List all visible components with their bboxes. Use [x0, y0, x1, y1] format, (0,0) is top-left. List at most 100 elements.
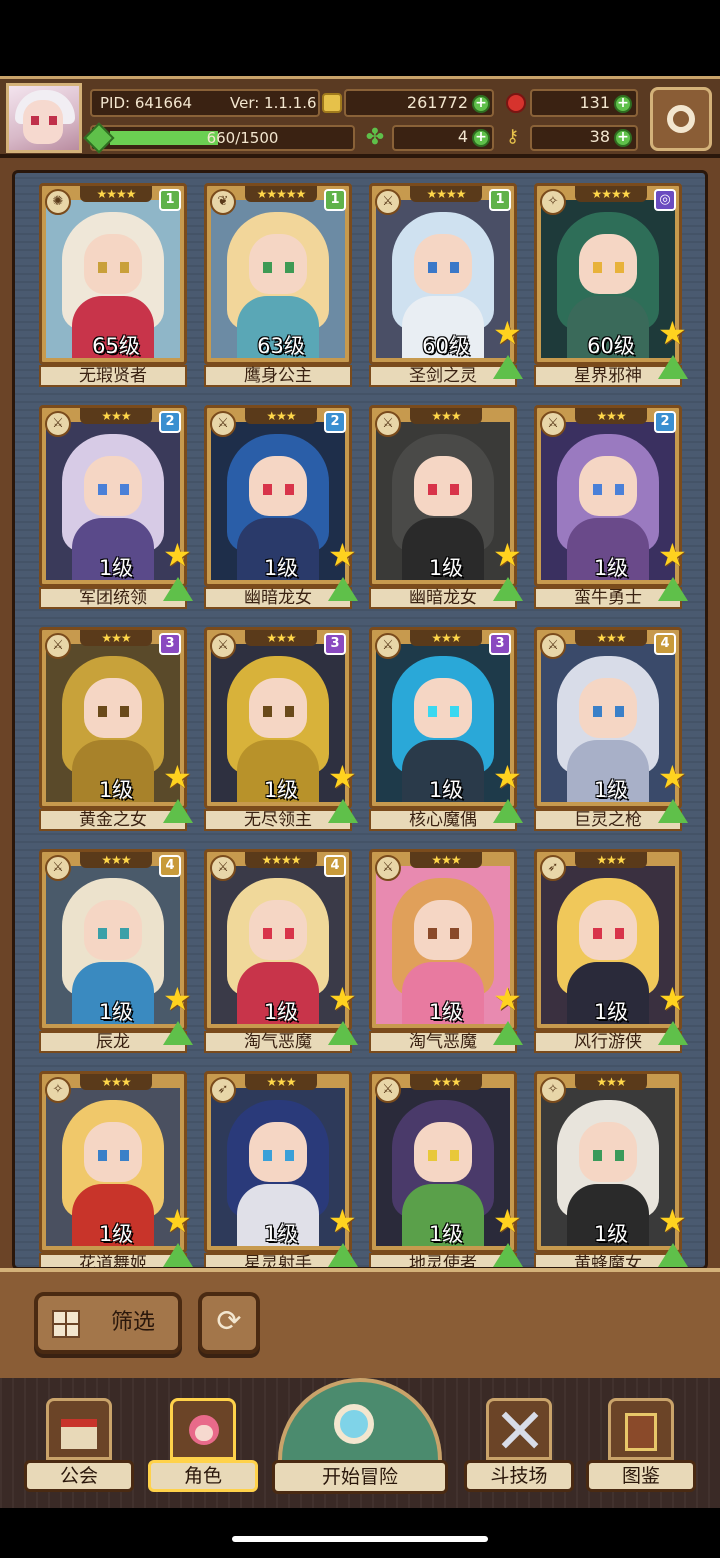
ruby-add-button[interactable]: +: [614, 95, 632, 113]
character-card[interactable]: ⚔ ★★★ 1级 2 军团统领 ★: [39, 405, 193, 609]
portrait-face: [414, 456, 472, 516]
clover-add-button[interactable]: +: [472, 129, 490, 147]
pid-text: PID: 641664: [100, 94, 193, 112]
character-card[interactable]: ⚔ ★★★ 1级 4 辰龙 ★: [39, 849, 193, 1053]
rarity-stars: ★★★: [80, 408, 152, 424]
portrait-face: [249, 456, 307, 516]
character-card[interactable]: ⚔ ★★★ 1级 2 蛮牛勇士 ★: [534, 405, 688, 609]
portrait-eye: [120, 484, 129, 495]
rarity-stars: ★★★: [410, 1074, 482, 1090]
portrait-face: [249, 678, 307, 738]
portrait-eye: [98, 262, 107, 273]
star-upgrade-icon: ★: [163, 980, 192, 1018]
nav-character-label: 角色: [148, 1460, 258, 1492]
portrait-eye: [285, 706, 294, 717]
character-name: 鹰身公主: [204, 365, 352, 387]
character-card[interactable]: ⚔ ★★★★ 60级 1 圣剑之灵 ★: [369, 183, 523, 387]
portrait-eye: [428, 262, 437, 273]
sword-icon: ⚔: [375, 633, 401, 659]
character-card[interactable]: ⚔ ★★★ 1级 淘气恶魔 ★: [369, 849, 523, 1053]
star-upgrade-icon: ★: [328, 536, 357, 574]
character-card[interactable]: ⚔ ★★★ 1级 4 巨灵之枪 ★: [534, 627, 688, 831]
home-indicator-area: [0, 1508, 720, 1558]
character-grid[interactable]: ✺ ★★★★ 65级 1 无瑕贤者 ❦ ★★★★★ 63级 1 鹰身公主 ⚔ ★…: [12, 170, 708, 1270]
character-card[interactable]: ✧ ★★★ 1级 花道舞姬 ★: [39, 1071, 193, 1267]
character-card[interactable]: ⚔ ★★★ 1级 3 黄金之女 ★: [39, 627, 193, 831]
rarity-stars: ★★★: [80, 630, 152, 646]
character-level: 65级: [92, 334, 140, 358]
portrait-eye: [615, 928, 624, 939]
awakening-badge: 1: [159, 189, 181, 211]
player-avatar[interactable]: [6, 83, 82, 153]
star-upgrade-icon: ★: [493, 536, 522, 574]
rarity-stars: ★★★: [245, 1074, 317, 1090]
portrait-eye: [450, 262, 459, 273]
character-card[interactable]: ⚔ ★★★ 1级 幽暗龙女 ★: [369, 405, 523, 609]
card-frame: ❦ ★★★★★ 63级 1: [204, 183, 352, 365]
sword-icon: ⚔: [540, 633, 566, 659]
nav-arena-label: 斗技场: [464, 1460, 574, 1492]
nav-guild[interactable]: 公会: [24, 1398, 134, 1494]
star-upgrade-icon: ★: [658, 536, 687, 574]
portrait-eye: [285, 928, 294, 939]
status-bar-area: [0, 0, 720, 76]
character-card[interactable]: ➶ ★★★ 1级 星灵射手 ★: [204, 1071, 358, 1267]
portrait-eye: [428, 706, 437, 717]
sword-icon: ⚔: [375, 855, 401, 881]
rarity-stars: ★★★: [245, 408, 317, 424]
character-card[interactable]: ✧ ★★★★ 60级 ◎ 星界邪神 ★: [534, 183, 688, 387]
portrait-face: [414, 234, 472, 294]
awakening-badge: 2: [324, 411, 346, 433]
character-card[interactable]: ⚔ ★★★ 1级 地灵使者 ★: [369, 1071, 523, 1267]
magnifier-icon: [334, 1404, 374, 1444]
portrait-eye: [263, 706, 272, 717]
character-card[interactable]: ⚔ ★★★ 1级 3 无尽领主 ★: [204, 627, 358, 831]
nav-arena[interactable]: 斗技场: [464, 1398, 574, 1494]
character-card[interactable]: ❦ ★★★★★ 63级 1 鹰身公主: [204, 183, 352, 387]
nav-codex[interactable]: 图鉴: [586, 1398, 696, 1494]
rarity-stars: ★★★: [575, 852, 647, 868]
portrait-face: [414, 900, 472, 960]
experience-text: 660/1500: [206, 129, 279, 147]
sword-icon: ⚔: [45, 633, 71, 659]
character-card[interactable]: ➶ ★★★ 1级 风行游侠 ★: [534, 849, 688, 1053]
portrait-eye: [120, 706, 129, 717]
rarity-stars: ★★★: [410, 630, 482, 646]
level-up-arrow-icon: [658, 799, 688, 823]
level-up-arrow-icon: [163, 1021, 193, 1045]
portrait-face: [249, 900, 307, 960]
rarity-stars: ★★★: [410, 408, 482, 424]
rarity-stars: ★★★: [80, 1074, 152, 1090]
star-upgrade-icon: ★: [658, 980, 687, 1018]
portrait-eye: [120, 928, 129, 939]
portrait-eye: [450, 928, 459, 939]
gear-icon: [667, 105, 695, 133]
nav-guild-label: 公会: [24, 1460, 134, 1492]
character-card[interactable]: ✧ ★★★ 1级 黄蜂魔女 ★: [534, 1071, 688, 1267]
portrait-eye: [263, 1150, 272, 1161]
portrait-eye: [450, 484, 459, 495]
level-up-arrow-icon: [328, 1243, 358, 1267]
clover-amount: 4: [457, 127, 468, 146]
character-card[interactable]: ⚔ ★★★ 1级 3 核心魔偶 ★: [369, 627, 523, 831]
portrait-face: [84, 900, 142, 960]
level-up-arrow-icon: [493, 577, 523, 601]
home-indicator[interactable]: [232, 1536, 488, 1542]
settings-button[interactable]: [650, 87, 712, 151]
filter-button[interactable]: 筛选: [34, 1292, 182, 1354]
gold-add-button[interactable]: +: [472, 95, 490, 113]
wand-icon: ✧: [540, 189, 566, 215]
nav-adventure-label: 开始冒险: [272, 1460, 448, 1494]
level-up-arrow-icon: [493, 799, 523, 823]
portrait-eye: [285, 484, 294, 495]
refresh-button[interactable]: ⟳: [198, 1292, 260, 1354]
character-card[interactable]: ✺ ★★★★ 65级 1 无瑕贤者: [39, 183, 187, 387]
level-up-arrow-icon: [493, 1243, 523, 1267]
start-adventure-button[interactable]: 开始冒险: [272, 1378, 448, 1498]
character-card[interactable]: ⚔ ★★★ 1级 2 幽暗龙女 ★: [204, 405, 358, 609]
key-add-button[interactable]: +: [614, 129, 632, 147]
nav-character[interactable]: 角色: [148, 1398, 258, 1494]
level-up-arrow-icon: [328, 799, 358, 823]
character-card[interactable]: ⚔ ★★★★ 1级 4 淘气恶魔 ★: [204, 849, 358, 1053]
level-up-arrow-icon: [163, 799, 193, 823]
